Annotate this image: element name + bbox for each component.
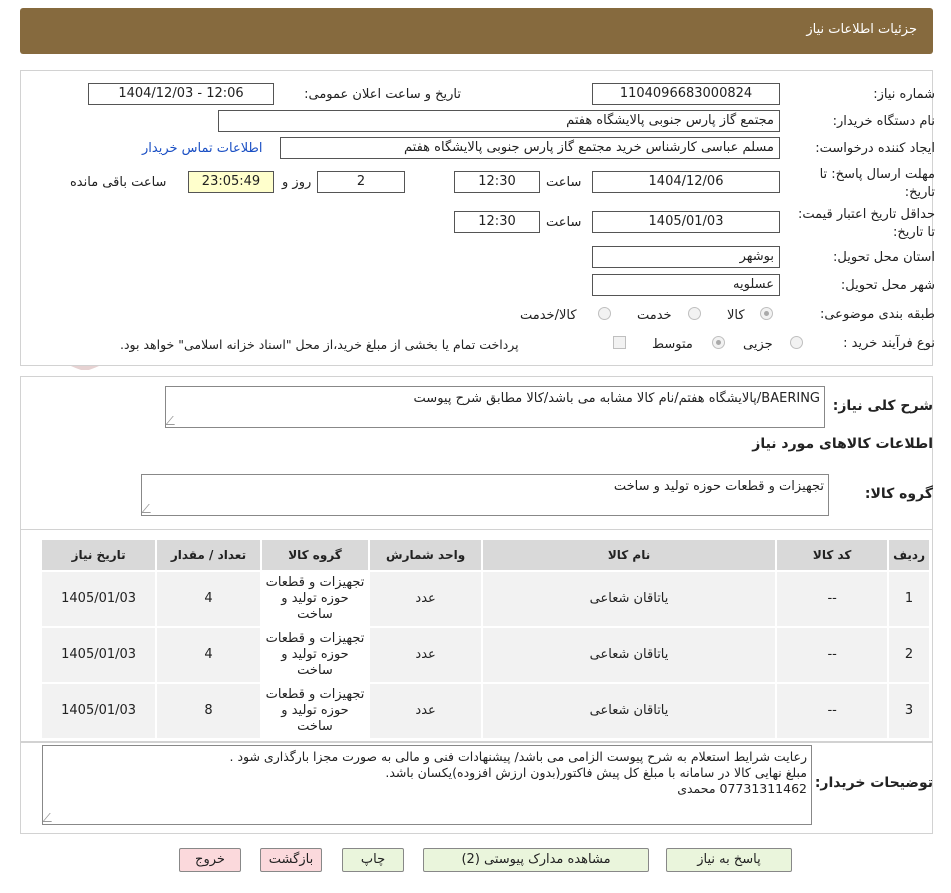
col-header-unit: واحد شمارش bbox=[370, 540, 481, 570]
cell-unit: عدد bbox=[370, 684, 481, 738]
city-field: عسلویه bbox=[592, 274, 780, 296]
cell-quantity: 8 bbox=[157, 684, 260, 738]
summary-textarea[interactable]: BAERING/پالایشگاه هفتم/نام کالا مشابه می… bbox=[165, 386, 825, 428]
creator-field: مسلم عباسی کارشناس خرید مجتمع گاز پارس ج… bbox=[280, 137, 780, 159]
validity-time-field: 12:30 bbox=[454, 211, 540, 233]
items-table: ردیف کد کالا نام کالا واحد شمارش گروه کا… bbox=[40, 538, 931, 740]
table-row: 3 -- یاتاقان شعاعی عدد تجهیزات و قطعات ح… bbox=[42, 684, 929, 738]
resize-grip-icon[interactable] bbox=[142, 504, 158, 513]
goods-group-textarea[interactable]: تجهیزات و قطعات حوزه تولید و ساخت bbox=[141, 474, 829, 516]
province-field: بوشهر bbox=[592, 246, 780, 268]
days-label: روز و bbox=[282, 175, 312, 190]
cell-item-name: یاتاقان شعاعی bbox=[482, 572, 776, 626]
treasury-note: پرداخت تمام یا بخشی از مبلغ خرید،از محل … bbox=[120, 337, 519, 352]
validity-date-field: 1405/01/03 bbox=[592, 211, 780, 233]
cell-row-number: 3 bbox=[889, 684, 929, 738]
cell-unit: عدد bbox=[370, 572, 481, 626]
category-radio-goods[interactable] bbox=[760, 307, 773, 320]
deadline-time-label: ساعت bbox=[546, 175, 582, 190]
deadline-label: مهلت ارسال پاسخ: تا تاریخ: bbox=[819, 167, 935, 200]
days-field: 2 bbox=[317, 171, 405, 193]
announce-label: تاریخ و ساعت اعلان عمومی: bbox=[304, 87, 461, 102]
process-label: نوع فرآیند خرید : bbox=[843, 336, 935, 351]
validity-time-label: ساعت bbox=[546, 215, 582, 230]
buyer-org-field: مجتمع گاز پارس جنوبی پالایشگاه هفتم bbox=[218, 110, 780, 132]
cell-row-number: 2 bbox=[889, 628, 929, 682]
cell-item-group: تجهیزات و قطعات حوزه تولید و ساخت bbox=[261, 684, 369, 738]
cell-row-number: 1 bbox=[889, 572, 929, 626]
cell-item-code: -- bbox=[777, 572, 888, 626]
table-header-row: ردیف کد کالا نام کالا واحد شمارش گروه کا… bbox=[42, 540, 929, 570]
cell-quantity: 4 bbox=[157, 628, 260, 682]
cell-item-group: تجهیزات و قطعات حوزه تولید و ساخت bbox=[261, 628, 369, 682]
col-header-row-number: ردیف bbox=[889, 540, 929, 570]
cell-unit: عدد bbox=[370, 628, 481, 682]
goods-info-title: اطلاعات کالاهای مورد نیاز bbox=[752, 436, 933, 452]
back-button[interactable]: بازگشت bbox=[260, 848, 322, 872]
col-header-need-date: تاریخ نیاز bbox=[42, 540, 156, 570]
buyer-contact-link[interactable]: اطلاعات تماس خریدار bbox=[142, 141, 262, 156]
cell-need-date: 1405/01/03 bbox=[42, 628, 156, 682]
remaining-time-field: 23:05:49 bbox=[188, 171, 274, 193]
buyer-notes-line: 07731311462 محمدی bbox=[677, 781, 807, 796]
summary-label: شرح کلی نیاز: bbox=[832, 398, 933, 414]
goods-group-label: گروه کالا: bbox=[864, 486, 933, 502]
category-label: طبقه بندی موضوعی: bbox=[819, 307, 935, 322]
remaining-label: ساعت باقی مانده bbox=[70, 175, 167, 190]
province-label: استان محل تحویل: bbox=[833, 250, 935, 265]
resize-grip-icon[interactable] bbox=[166, 416, 182, 425]
treasury-checkbox[interactable] bbox=[613, 336, 626, 349]
process-option-medium: متوسط bbox=[652, 337, 693, 352]
validity-label: حداقل تاریخ اعتبار قیمت: تا تاریخ: bbox=[797, 207, 935, 240]
view-attachments-button[interactable]: مشاهده مدارک پیوستی (2) bbox=[423, 848, 649, 872]
cell-item-code: -- bbox=[777, 628, 888, 682]
col-header-item-group: گروه کالا bbox=[261, 540, 369, 570]
process-option-minor: جزیی bbox=[743, 337, 773, 352]
page-title: جزئیات اطلاعات نیاز bbox=[806, 22, 917, 37]
buyer-notes-textarea[interactable]: رعایت شرایط استعلام به شرح پیوست الزامی … bbox=[42, 745, 812, 825]
col-header-quantity: تعداد / مقدار bbox=[157, 540, 260, 570]
process-radio-medium[interactable] bbox=[712, 336, 725, 349]
need-number-label: شماره نیاز: bbox=[873, 87, 935, 102]
deadline-time-field: 12:30 bbox=[454, 171, 540, 193]
resize-grip-icon[interactable] bbox=[43, 813, 59, 822]
category-option-service: خدمت bbox=[637, 308, 672, 323]
creator-label: ایجاد کننده درخواست: bbox=[815, 141, 935, 156]
buyer-notes-line: رعایت شرایط استعلام به شرح پیوست الزامی … bbox=[229, 749, 807, 764]
category-radio-service[interactable] bbox=[688, 307, 701, 320]
buyer-notes-label: توضیحات خریدار: bbox=[814, 775, 933, 791]
cell-item-code: -- bbox=[777, 684, 888, 738]
cell-item-group: تجهیزات و قطعات حوزه تولید و ساخت bbox=[261, 572, 369, 626]
cell-quantity: 4 bbox=[157, 572, 260, 626]
category-option-goods: کالا bbox=[727, 308, 745, 323]
page-header: جزئیات اطلاعات نیاز bbox=[20, 8, 933, 54]
col-header-item-name: نام کالا bbox=[482, 540, 776, 570]
buyer-notes-line: مبلغ نهایی کالا در سامانه با مبلغ کل پیش… bbox=[385, 765, 807, 780]
buyer-org-label: نام دستگاه خریدار: bbox=[832, 114, 935, 129]
city-label: شهر محل تحویل: bbox=[840, 278, 935, 293]
goods-group-text: تجهیزات و قطعات حوزه تولید و ساخت bbox=[613, 479, 824, 494]
cell-need-date: 1405/01/03 bbox=[42, 684, 156, 738]
col-header-item-code: کد کالا bbox=[777, 540, 888, 570]
print-button[interactable]: چاپ bbox=[342, 848, 404, 872]
summary-text: BAERING/پالایشگاه هفتم/نام کالا مشابه می… bbox=[413, 391, 820, 406]
cell-item-name: یاتاقان شعاعی bbox=[482, 684, 776, 738]
process-radio-minor[interactable] bbox=[790, 336, 803, 349]
announce-field: 1404/12/03 - 12:06 bbox=[88, 83, 274, 105]
deadline-date-field: 1404/12/06 bbox=[592, 171, 780, 193]
cell-item-name: یاتاقان شعاعی bbox=[482, 628, 776, 682]
exit-button[interactable]: خروج bbox=[179, 848, 241, 872]
table-row: 1 -- یاتاقان شعاعی عدد تجهیزات و قطعات ح… bbox=[42, 572, 929, 626]
cell-need-date: 1405/01/03 bbox=[42, 572, 156, 626]
reply-button[interactable]: پاسخ به نیاز bbox=[666, 848, 792, 872]
need-number-field: 1104096683000824 bbox=[592, 83, 780, 105]
category-option-goods-service: کالا/خدمت bbox=[520, 308, 577, 323]
category-radio-goods-service[interactable] bbox=[598, 307, 611, 320]
table-row: 2 -- یاتاقان شعاعی عدد تجهیزات و قطعات ح… bbox=[42, 628, 929, 682]
